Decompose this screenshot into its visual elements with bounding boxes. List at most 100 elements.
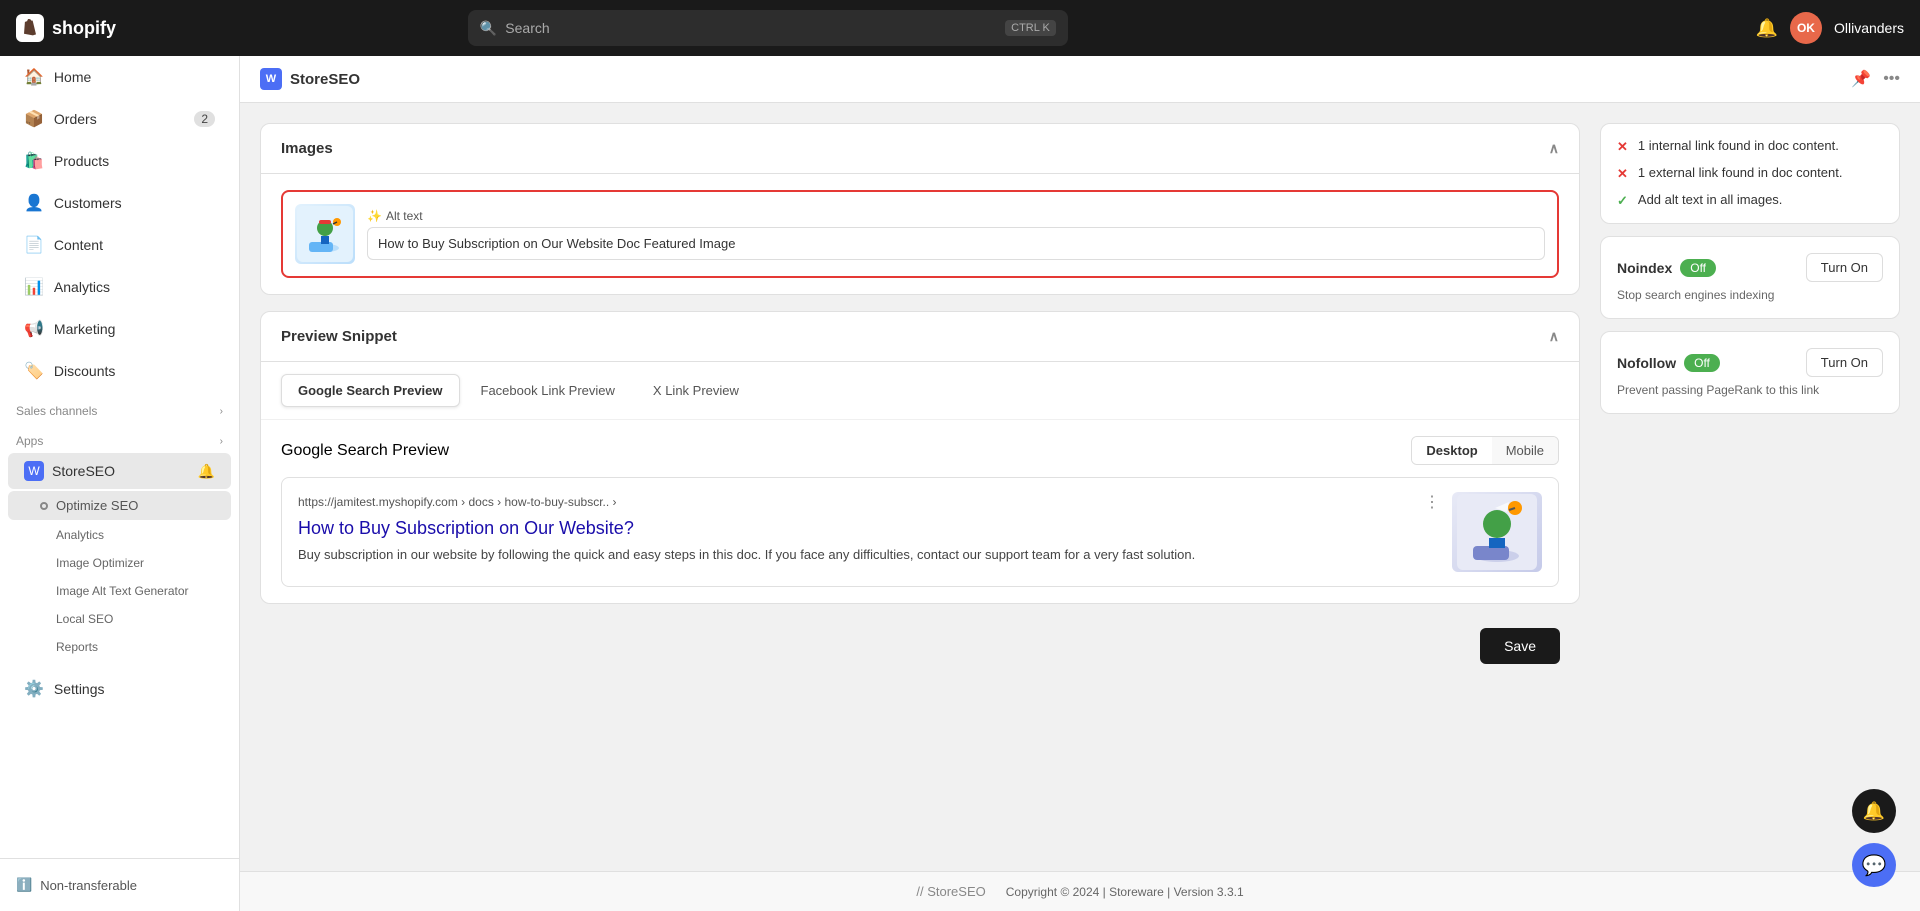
settings-icon: ⚙️ — [24, 679, 44, 699]
tab-x-link-preview[interactable]: X Link Preview — [636, 374, 756, 407]
search-bar[interactable]: 🔍 Search CTRL K — [468, 10, 1068, 46]
main-layout: 🏠 Home 📦 Orders 2 🛍️ Products 👤 Customer… — [0, 56, 1920, 911]
sidebar-item-discounts[interactable]: 🏷️ Discounts — [8, 351, 231, 391]
image-thumbnail — [295, 204, 355, 264]
sub-image-optimizer[interactable]: Image Optimizer — [8, 550, 231, 576]
apps-chevron: › — [220, 436, 223, 447]
info-text-2: Add alt text in all images. — [1638, 192, 1783, 207]
nofollow-description: Prevent passing PageRank to this link — [1617, 383, 1883, 397]
noindex-status: Off — [1680, 259, 1716, 277]
preview-snippet-chevron[interactable]: ∧ — [1549, 328, 1559, 345]
nofollow-turn-on-button[interactable]: Turn On — [1806, 348, 1883, 377]
non-transferable: ℹ️ Non-transferable — [0, 867, 239, 903]
tab-google-search-preview[interactable]: Google Search Preview — [281, 374, 460, 407]
preview-header: Google Search Preview Desktop Mobile — [281, 436, 1559, 465]
sub-local-seo[interactable]: Local SEO — [8, 606, 231, 632]
avatar[interactable]: OK — [1790, 12, 1822, 44]
fab-notification-button[interactable]: 🔔 — [1852, 789, 1896, 833]
optimize-seo-item[interactable]: Optimize SEO — [8, 491, 231, 520]
optimize-dot — [40, 502, 48, 510]
notification-icon[interactable]: 🔔 — [1756, 18, 1778, 39]
google-url: https://jamitest.myshopify.com › docs › … — [298, 495, 617, 509]
apps-label: Apps — [16, 434, 43, 448]
cross-icon-0: ✕ — [1617, 139, 1628, 155]
sidebar-item-customers[interactable]: 👤 Customers — [8, 183, 231, 223]
sidebar-item-settings[interactable]: ⚙️ Settings — [8, 669, 231, 709]
sidebar-item-products[interactable]: 🛍️ Products — [8, 141, 231, 181]
orders-icon: 📦 — [24, 109, 44, 129]
google-url-row: https://jamitest.myshopify.com › docs › … — [298, 492, 1440, 512]
sidebar-item-marketing[interactable]: 📢 Marketing — [8, 309, 231, 349]
topbar: shopify 🔍 Search CTRL K 🔔 OK Ollivanders — [0, 0, 1920, 56]
sales-channels-chevron: › — [220, 406, 223, 417]
tab-mobile[interactable]: Mobile — [1492, 437, 1558, 464]
right-panel: ✕ 1 internal link found in doc content. … — [1600, 123, 1900, 851]
sidebar-item-content[interactable]: 📄 Content — [8, 225, 231, 265]
apps-section[interactable]: Apps › — [0, 422, 239, 452]
sidebar-item-home[interactable]: 🏠 Home — [8, 57, 231, 97]
sidebar-item-label: Marketing — [54, 321, 115, 337]
optimize-seo-label: Optimize SEO — [56, 498, 138, 513]
app-footer: // StoreSEO Copyright © 2024 | Storeware… — [240, 871, 1920, 911]
nofollow-status: Off — [1684, 354, 1720, 372]
google-result-title[interactable]: How to Buy Subscription on Our Website? — [298, 518, 1440, 539]
images-section: Images ∧ — [260, 123, 1580, 295]
google-preview-card: https://jamitest.myshopify.com › docs › … — [281, 477, 1559, 587]
google-menu-icon[interactable]: ⋮ — [1424, 492, 1440, 512]
images-chevron[interactable]: ∧ — [1549, 140, 1559, 157]
tab-facebook-link-preview[interactable]: Facebook Link Preview — [464, 374, 632, 407]
save-area: Save — [260, 620, 1580, 672]
alt-input-group: ✨ Alt text — [367, 209, 1545, 260]
storeseo-bell-icon[interactable]: 🔔 — [198, 463, 215, 480]
footer-copyright: Copyright © 2024 | Storeware | Version 3… — [1006, 885, 1244, 899]
storeseo-app-item[interactable]: W StoreSEO 🔔 — [8, 453, 231, 489]
images-body: ✨ Alt text — [261, 174, 1579, 294]
app-title: StoreSEO — [290, 71, 360, 88]
preview-snippet-title: Preview Snippet — [281, 328, 397, 345]
app-header-right: 📌 ••• — [1851, 69, 1900, 89]
alt-label: ✨ Alt text — [367, 209, 1545, 223]
pin-icon[interactable]: 📌 — [1851, 69, 1871, 89]
search-icon: 🔍 — [480, 20, 497, 37]
search-shortcut: CTRL K — [1005, 20, 1056, 36]
more-icon[interactable]: ••• — [1883, 70, 1900, 88]
nofollow-header: Nofollow Off Turn On — [1617, 348, 1883, 377]
sidebar-item-label: Discounts — [54, 363, 115, 379]
noindex-turn-on-button[interactable]: Turn On — [1806, 253, 1883, 282]
fab-container: 🔔 💬 — [1852, 789, 1896, 887]
tab-desktop[interactable]: Desktop — [1412, 437, 1491, 464]
preview-tabs-row: Google Search Preview Facebook Link Prev… — [261, 362, 1579, 420]
info-text-0: 1 internal link found in doc content. — [1638, 138, 1839, 153]
noindex-header: Noindex Off Turn On — [1617, 253, 1883, 282]
image-alt-box: ✨ Alt text — [281, 190, 1559, 278]
google-preview-title: Google Search Preview — [281, 442, 449, 460]
shopify-logo: shopify — [16, 14, 116, 42]
sub-analytics[interactable]: Analytics — [8, 522, 231, 548]
sidebar: 🏠 Home 📦 Orders 2 🛍️ Products 👤 Customer… — [0, 56, 240, 911]
save-button[interactable]: Save — [1480, 628, 1560, 664]
sales-channels-label: Sales channels — [16, 404, 97, 418]
sidebar-item-orders[interactable]: 📦 Orders 2 — [8, 99, 231, 139]
sidebar-item-label: Analytics — [54, 279, 110, 295]
alt-text-input[interactable] — [367, 227, 1545, 260]
app-header-left: W StoreSEO — [260, 68, 360, 90]
check-icon-2: ✓ — [1617, 193, 1628, 209]
sales-channels-section[interactable]: Sales channels › — [0, 392, 239, 422]
footer-logo: // StoreSEO — [916, 884, 985, 899]
google-result-description: Buy subscription in our website by follo… — [298, 545, 1440, 565]
images-title: Images — [281, 140, 333, 157]
content-split: Images ∧ — [240, 103, 1920, 871]
sub-reports[interactable]: Reports — [8, 634, 231, 660]
magic-icon: ✨ — [367, 209, 382, 223]
view-toggle: Desktop Mobile — [1411, 436, 1559, 465]
analytics-icon: 📊 — [24, 277, 44, 297]
home-icon: 🏠 — [24, 67, 44, 87]
images-header: Images ∧ — [261, 124, 1579, 174]
google-preview-text: https://jamitest.myshopify.com › docs › … — [298, 492, 1440, 565]
sub-image-alt-text[interactable]: Image Alt Text Generator — [8, 578, 231, 604]
orders-badge: 2 — [194, 111, 215, 127]
fab-chat-button[interactable]: 💬 — [1852, 843, 1896, 887]
sidebar-item-analytics[interactable]: 📊 Analytics — [8, 267, 231, 307]
left-panel: Images ∧ — [260, 123, 1580, 851]
info-item-0: ✕ 1 internal link found in doc content. — [1617, 138, 1883, 155]
